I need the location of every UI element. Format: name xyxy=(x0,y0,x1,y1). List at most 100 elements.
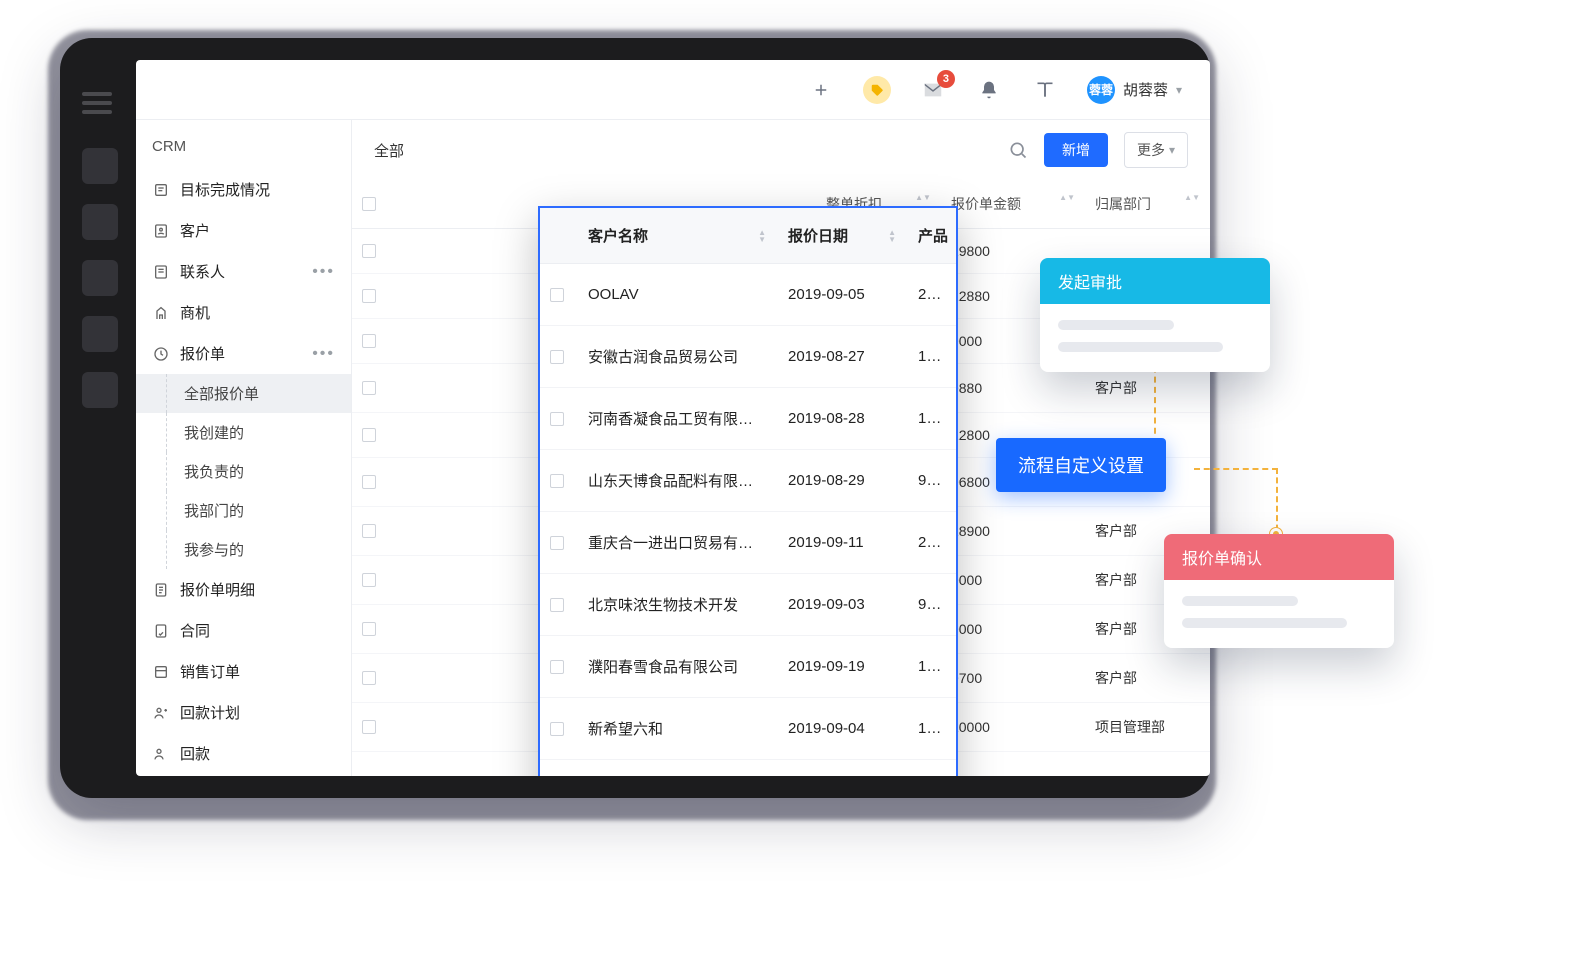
overlay-row[interactable]: 濮阳春雪食品有限公司2019-09-19198 xyxy=(540,636,956,698)
row-checkbox[interactable] xyxy=(352,703,386,752)
more-dots-icon[interactable]: ••• xyxy=(312,345,335,363)
cell-date: 2019-09-04 xyxy=(774,720,904,737)
sidebar-item[interactable]: 销售订单 xyxy=(136,651,351,692)
overlay-row[interactable]: 北京味浓生物技术开发2019-09-03980 xyxy=(540,574,956,636)
sidebar-item-label: 回款计划 xyxy=(180,702,240,723)
overlay-row[interactable]: 河南香凝食品工贸有限…2019-08-28100 xyxy=(540,388,956,450)
callout-title: 发起审批 xyxy=(1040,258,1270,304)
overlay-th-amount[interactable]: 产品 xyxy=(904,208,956,263)
search-icon[interactable] xyxy=(1008,140,1028,160)
sidebar-item[interactable]: 合同 xyxy=(136,610,351,651)
menu-hamburger-icon[interactable] xyxy=(82,92,112,114)
row-checkbox[interactable] xyxy=(540,722,574,736)
cell-amount: 10000 xyxy=(941,703,1085,752)
cell-amount: 18900 xyxy=(941,507,1085,556)
overlay-th-date[interactable]: 报价日期▲▼ xyxy=(774,208,904,263)
overlay-row[interactable]: 山东天博食品配料有限…2019-08-29998 xyxy=(540,450,956,512)
cell-amount: 129 xyxy=(904,348,956,365)
row-checkbox[interactable] xyxy=(540,536,574,550)
th-checkbox[interactable] xyxy=(352,180,386,229)
sidebar-item-label: 联系人 xyxy=(180,261,225,282)
cell-amount: 100 xyxy=(904,720,956,737)
row-checkbox[interactable] xyxy=(352,413,386,458)
deal-icon xyxy=(152,305,170,321)
overlay-row[interactable]: 重庆合一进出口贸易有…2019-09-11249 xyxy=(540,512,956,574)
cell-amount: 9000 xyxy=(941,556,1085,605)
row-checkbox[interactable] xyxy=(540,660,574,674)
chevron-down-icon: ▾ xyxy=(1169,143,1175,157)
sidebar-item[interactable]: 报价单明细 xyxy=(136,569,351,610)
mail-icon[interactable]: 3 xyxy=(919,76,947,104)
scope-label[interactable]: 全部 xyxy=(374,140,404,161)
overlay-row[interactable]: 新希望六和2019-09-04100 xyxy=(540,698,956,760)
sidebar-item[interactable]: 客户 xyxy=(136,210,351,251)
sidebar-subitem[interactable]: 全部报价单 xyxy=(136,374,351,413)
row-checkbox[interactable] xyxy=(352,229,386,274)
row-checkbox[interactable] xyxy=(352,364,386,413)
cell-amount: 980 xyxy=(904,596,956,613)
row-checkbox[interactable] xyxy=(352,319,386,364)
sidebar-item[interactable]: 回款明细 xyxy=(136,774,351,776)
overlay-th-checkbox[interactable] xyxy=(540,208,574,263)
contact-icon xyxy=(152,264,170,280)
row-checkbox[interactable] xyxy=(540,288,574,302)
sidebar-item[interactable]: 回款 xyxy=(136,733,351,774)
rail-item[interactable] xyxy=(82,260,118,296)
row-checkbox[interactable] xyxy=(352,458,386,507)
rail-item[interactable] xyxy=(82,148,118,184)
user-menu[interactable]: 蓉蓉 胡蓉蓉 ▾ xyxy=(1087,76,1182,104)
overlay-row[interactable]: 安徽古润食品贸易公司2019-08-27129 xyxy=(540,326,956,388)
sidebar-subitem[interactable]: 我参与的 xyxy=(136,530,351,569)
rail-item[interactable] xyxy=(82,372,118,408)
cell-date: 2019-09-11 xyxy=(774,534,904,551)
payback-icon xyxy=(152,746,170,762)
overlay-row[interactable]: 北京月盛斋清真食品有…2019-09-19100 xyxy=(540,760,956,776)
sidebar-subitem[interactable]: 我负责的 xyxy=(136,452,351,491)
sidebar-item-label: 报价单 xyxy=(180,343,225,364)
row-checkbox[interactable] xyxy=(352,507,386,556)
row-checkbox[interactable] xyxy=(540,412,574,426)
rail-item[interactable] xyxy=(82,204,118,240)
workflow-settings-pill[interactable]: 流程自定义设置 xyxy=(996,438,1166,492)
cell-date: 2019-09-03 xyxy=(774,596,904,613)
sidebar-item-label: 回款 xyxy=(180,743,210,764)
sidebar-item[interactable]: 报价单 ••• xyxy=(136,333,351,374)
sidebar-item[interactable]: 联系人 ••• xyxy=(136,251,351,292)
row-checkbox[interactable] xyxy=(540,598,574,612)
cell-customer: 山东天博食品配料有限… xyxy=(574,470,774,491)
th-dept[interactable]: 归属部门▲▼ xyxy=(1085,180,1210,229)
sidebar-item[interactable]: 目标完成情况 xyxy=(136,169,351,210)
row-checkbox[interactable] xyxy=(540,474,574,488)
row-checkbox[interactable] xyxy=(352,274,386,319)
tag-icon[interactable] xyxy=(863,76,891,104)
toolbar: 全部 新增 更多 ▾ xyxy=(352,120,1210,180)
row-checkbox[interactable] xyxy=(540,350,574,364)
row-checkbox[interactable] xyxy=(352,556,386,605)
sidebar-item[interactable]: 商机 xyxy=(136,292,351,333)
more-button[interactable]: 更多 ▾ xyxy=(1124,132,1188,168)
th-amount[interactable]: 报价单金额▲▼ xyxy=(941,180,1085,229)
overlay-th-name[interactable]: 客户名称▲▼ xyxy=(574,208,774,263)
row-checkbox[interactable] xyxy=(352,654,386,703)
sidebar-item-label: 销售订单 xyxy=(180,661,240,682)
cell-amount: 100 xyxy=(904,410,956,427)
bell-icon[interactable] xyxy=(975,76,1003,104)
cell-amount: 249 xyxy=(904,534,956,551)
cell-dept: 项目管理部 xyxy=(1085,703,1210,752)
callout-initiate-approval: 发起审批 xyxy=(1040,258,1270,372)
cell-amount: 200 xyxy=(904,286,956,303)
plus-icon[interactable] xyxy=(807,76,835,104)
sidebar-item[interactable]: 回款计划 xyxy=(136,692,351,733)
cell-date: 2019-08-29 xyxy=(774,472,904,489)
row-checkbox[interactable] xyxy=(352,605,386,654)
rail-item[interactable] xyxy=(82,316,118,352)
more-dots-icon[interactable]: ••• xyxy=(312,263,335,281)
sidebar-subitem[interactable]: 我创建的 xyxy=(136,413,351,452)
cell-amount: 998 xyxy=(904,472,956,489)
cell-customer: 重庆合一进出口贸易有… xyxy=(574,532,774,553)
sidebar: CRM 目标完成情况客户联系人•••商机报价单•••全部报价单我创建的我负责的我… xyxy=(136,120,352,776)
overlay-row[interactable]: OOLAV2019-09-05200 xyxy=(540,264,956,326)
book-icon[interactable] xyxy=(1031,76,1059,104)
add-button[interactable]: 新增 xyxy=(1044,133,1108,167)
sidebar-subitem[interactable]: 我部门的 xyxy=(136,491,351,530)
